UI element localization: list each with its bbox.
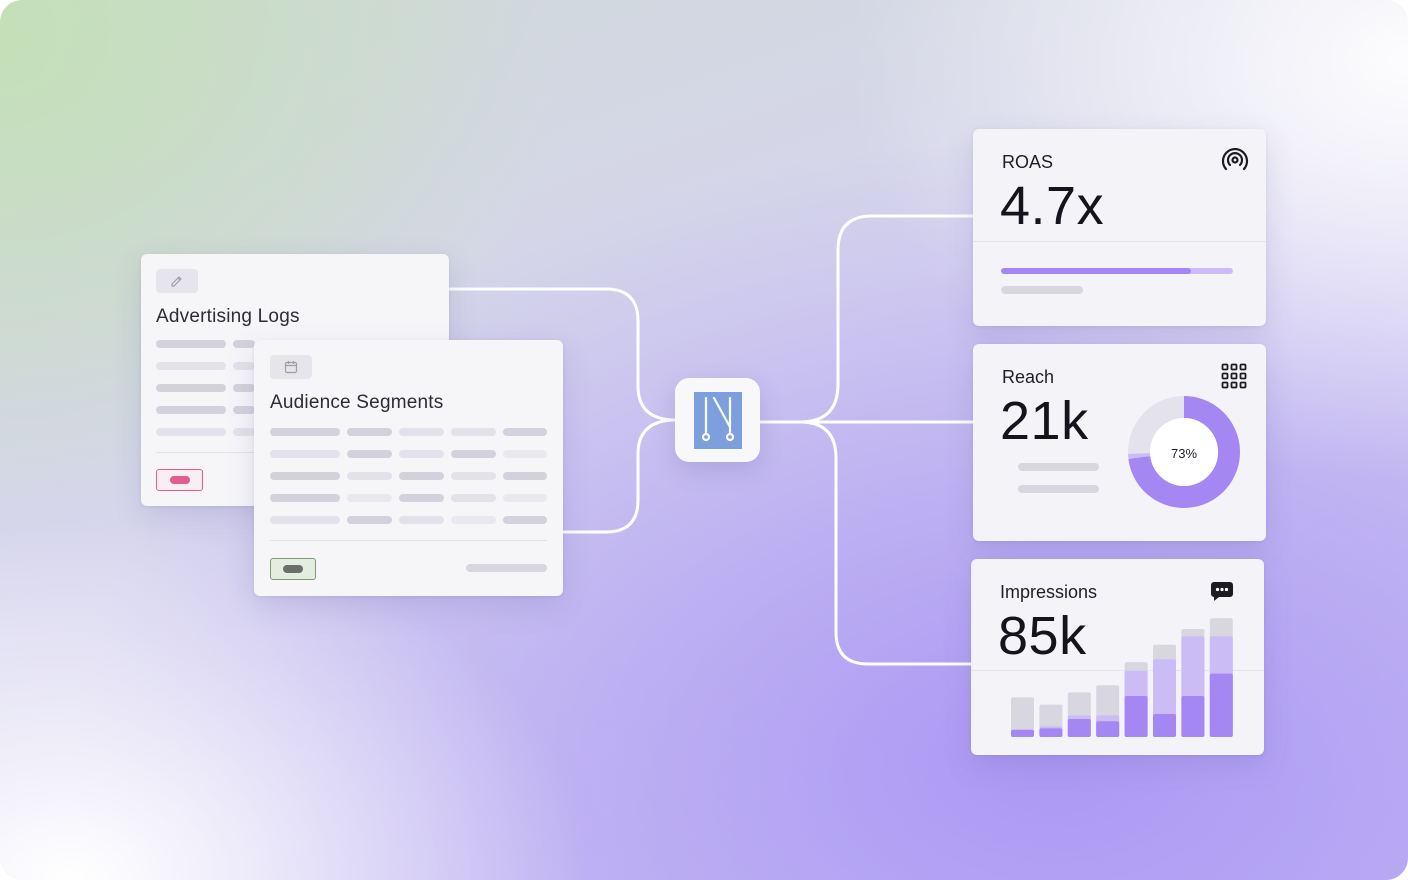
bar-8-layer-1 [1209, 673, 1233, 737]
app-logo-icon [693, 391, 742, 449]
table-cell [347, 428, 392, 436]
table-cell [347, 494, 392, 502]
bar-3-layer-1 [1067, 719, 1091, 737]
placeholder-line [1018, 485, 1099, 493]
table-cell [270, 428, 340, 436]
table-cell [503, 428, 547, 436]
advertising-logs-title: Advertising Logs [156, 306, 300, 327]
impressions-label: Impressions [1000, 582, 1098, 602]
placeholder-line [156, 384, 226, 392]
table-cell [347, 472, 392, 480]
roas-progress-track [1001, 268, 1233, 274]
bar-5-layer-1 [1124, 696, 1148, 737]
table-cell [503, 494, 547, 502]
placeholder-line [233, 340, 255, 348]
placeholder-line [156, 362, 226, 370]
table-cell [399, 516, 444, 524]
table-cell [399, 494, 444, 502]
audience-segments-card[interactable]: Audience Segments [254, 340, 563, 596]
table-cell [270, 450, 340, 458]
reach-label: Reach [1002, 367, 1055, 387]
table-cell [270, 472, 340, 480]
table-cell [451, 472, 496, 480]
bar-1-layer-1 [1011, 729, 1034, 737]
broadcast-icon [1221, 148, 1249, 171]
table-cell [503, 450, 547, 458]
table-cell [503, 472, 547, 480]
audience-segments-title: Audience Segments [270, 392, 444, 413]
reach-value: 21k [1000, 391, 1089, 451]
pencil-icon [171, 276, 182, 287]
table-cell [451, 450, 496, 458]
calendar-icon [284, 361, 298, 374]
table-cell [347, 450, 392, 458]
table-cell [270, 494, 340, 502]
edit-chip [156, 269, 198, 293]
placeholder-line [233, 406, 255, 414]
table-cell [503, 516, 547, 524]
card-divider [973, 241, 1266, 242]
status-tag-green[interactable] [270, 558, 316, 580]
card-divider [270, 540, 547, 541]
hub-node[interactable] [675, 378, 760, 462]
table-cell [451, 516, 496, 524]
table-cell [399, 450, 444, 458]
calendar-chip [270, 355, 312, 379]
placeholder-line [156, 406, 226, 414]
placeholder-line [156, 428, 226, 436]
reach-card[interactable]: Reach 21k 73% [973, 344, 1266, 541]
placeholder-line [233, 384, 255, 392]
grid-icon [1221, 363, 1247, 389]
segments-table [270, 428, 547, 528]
roas-progress-fill [1001, 268, 1192, 274]
card-divider [156, 452, 256, 453]
impressions-card[interactable]: Impressions 85k [971, 559, 1264, 755]
chat-icon [1211, 582, 1233, 601]
bar-7-layer-1 [1181, 696, 1205, 737]
bar-4-layer-1 [1096, 721, 1120, 737]
placeholder-line [233, 362, 255, 370]
impressions-bar-chart [1011, 618, 1233, 737]
table-cell [451, 428, 496, 436]
table-cell [451, 494, 496, 502]
status-tag-pink[interactable] [156, 469, 203, 491]
roas-card[interactable]: ROAS 4.7x [973, 129, 1266, 326]
bar-6-layer-1 [1153, 714, 1176, 737]
table-cell [347, 516, 392, 524]
placeholder-line [233, 428, 255, 436]
placeholder-line [466, 564, 547, 572]
bar-2-layer-1 [1039, 728, 1063, 737]
placeholder-line [1001, 286, 1083, 294]
canvas: Advertising Logs Audience Segments ROAS … [0, 0, 1408, 880]
roas-label: ROAS [1002, 152, 1054, 172]
table-cell [399, 428, 444, 436]
roas-value: 4.7x [1000, 176, 1105, 236]
donut-percent-label: 73% [1170, 446, 1198, 461]
table-cell [399, 472, 444, 480]
placeholder-line [156, 340, 226, 348]
placeholder-line [1018, 463, 1099, 471]
table-cell [270, 516, 340, 524]
